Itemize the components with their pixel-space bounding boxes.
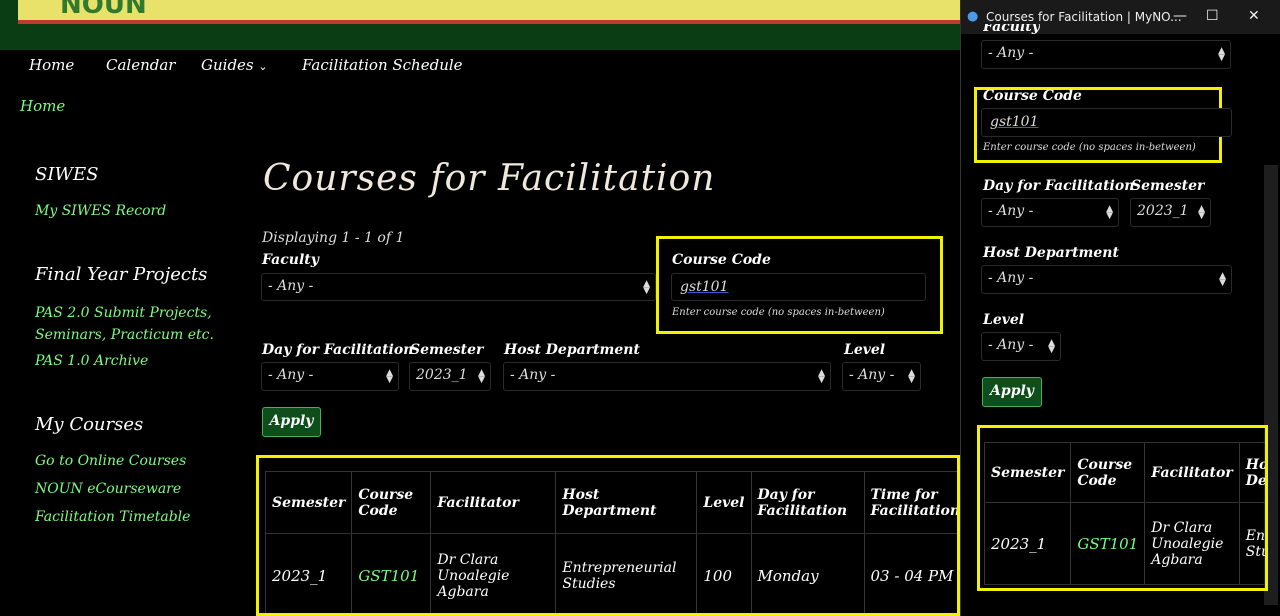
course-code-input[interactable]: gst101 xyxy=(671,273,926,301)
col-day[interactable]: Day for Facilitation xyxy=(750,471,865,534)
sidebar-heading-projects: Final Year Projects xyxy=(35,264,208,285)
select-arrows-icon: ▲ ▼ xyxy=(643,279,650,296)
sidebar-link-online-courses[interactable]: Go to Online Courses xyxy=(35,453,186,469)
popup-level-select[interactable]: - Any - ▲ ▼ xyxy=(981,332,1061,361)
select-arrows-icon: ▲ ▼ xyxy=(1218,46,1225,63)
popup-semester-select[interactable]: 2023_1 ▲ ▼ xyxy=(1130,198,1211,227)
nav-calendar[interactable]: Calendar xyxy=(106,56,175,74)
nav-facilitation-schedule[interactable]: Facilitation Schedule xyxy=(302,56,463,74)
cell-course-code-link[interactable]: GST101 xyxy=(1070,502,1146,585)
select-arrows-icon: ▲ ▼ xyxy=(478,368,485,385)
semester-label: Semester xyxy=(410,342,484,358)
cell-host-department: Entrepreneurial Studies xyxy=(1238,502,1265,585)
table-header-row: Semester Course Code Facilitator Host De… xyxy=(983,442,1265,503)
apply-button[interactable]: Apply xyxy=(262,407,321,437)
site-banner: NOUN xyxy=(0,0,960,50)
cell-semester: 2023_1 xyxy=(264,533,353,613)
sidebar-link-pas1[interactable]: PAS 1.0 Archive xyxy=(35,353,148,369)
select-arrows-icon: ▲ ▼ xyxy=(1048,338,1055,355)
banner-stripe-red xyxy=(18,20,960,24)
col-course-code[interactable]: Course Code xyxy=(1070,442,1146,503)
col-facilitator[interactable]: Facilitator xyxy=(1144,442,1240,503)
col-time[interactable]: Time for Facilitation xyxy=(863,471,957,534)
faculty-select[interactable]: - Any - ▲ ▼ xyxy=(261,273,656,301)
popup-day-label: Day for Facilitation xyxy=(983,178,1135,194)
faculty-label: Faculty xyxy=(262,252,319,268)
course-code-help: Enter course code (no spaces in-between) xyxy=(672,307,885,318)
banner-stripe xyxy=(18,0,960,20)
sidebar-heading-courses: My Courses xyxy=(35,414,144,435)
cell-level: 100 xyxy=(696,533,752,613)
results-table: Semester Course Code Facilitator Host De… xyxy=(264,471,957,613)
page-title: Courses for Facilitation xyxy=(263,158,716,199)
popup-course-code-help: Enter course code (no spaces in-between) xyxy=(983,142,1196,153)
day-label: Day for Facilitation xyxy=(262,342,414,358)
cell-day: Monday xyxy=(750,533,865,613)
select-arrows-icon: ▲ ▼ xyxy=(818,368,825,385)
col-host-department[interactable]: Host Department xyxy=(555,471,698,534)
course-code-label: Course Code xyxy=(672,252,771,268)
popup-host-department-label: Host Department xyxy=(983,245,1119,261)
results-highlight: Semester Course Code Facilitator Host De… xyxy=(256,455,960,616)
nav-guides[interactable]: Guides ⌄ xyxy=(201,56,268,74)
sidebar-link-siwes-record[interactable]: My SIWES Record xyxy=(35,203,166,219)
chevron-down-icon: ⌄ xyxy=(258,60,268,73)
popup-faculty-label: Faculty xyxy=(983,24,1040,34)
col-host-department[interactable]: Host Department xyxy=(1238,442,1265,503)
breadcrumb-home[interactable]: Home xyxy=(20,97,65,115)
select-arrows-icon: ▲ ▼ xyxy=(1106,204,1113,221)
popup-level-label: Level xyxy=(983,312,1025,328)
cell-facilitator: Dr Clara Unoalegie Agbara xyxy=(430,533,557,613)
minimize-icon[interactable]: — xyxy=(1173,8,1187,24)
result-count: Displaying 1 - 1 of 1 xyxy=(262,230,405,246)
popup-results-table: Semester Course Code Facilitator Host De… xyxy=(983,442,1265,585)
level-select[interactable]: - Any - ▲ ▼ xyxy=(842,362,921,391)
cell-course-code-link[interactable]: GST101 xyxy=(351,533,432,613)
site-logo[interactable]: NOUN xyxy=(60,0,147,20)
col-semester[interactable]: Semester xyxy=(264,471,353,534)
sidebar-link-ecourseware[interactable]: NOUN eCourseware xyxy=(35,481,181,497)
popup-apply-button[interactable]: Apply xyxy=(982,377,1042,407)
sidebar-heading-siwes: SIWES xyxy=(35,164,99,185)
sidebar-link-facilitation-timetable[interactable]: Facilitation Timetable xyxy=(35,509,190,525)
semester-select[interactable]: 2023_1 ▲ ▼ xyxy=(409,362,491,391)
popup-day-select[interactable]: - Any - ▲ ▼ xyxy=(981,198,1119,227)
popup-semester-label: Semester xyxy=(1131,178,1205,194)
col-semester[interactable]: Semester xyxy=(983,442,1072,503)
col-course-code[interactable]: Course Code xyxy=(351,471,432,534)
cell-time: 03 - 04 PM xyxy=(863,533,957,613)
close-icon[interactable]: ✕ xyxy=(1248,8,1260,24)
day-select[interactable]: - Any - ▲ ▼ xyxy=(261,362,399,391)
popup-title: Courses for Facilitation | MyNO... xyxy=(986,10,1182,24)
cell-host-department: Entrepreneurial Studies xyxy=(555,533,698,613)
cell-facilitator: Dr Clara Unoalegie Agbara xyxy=(1144,502,1240,585)
select-arrows-icon: ▲ ▼ xyxy=(1219,271,1226,288)
popup-course-code-label: Course Code xyxy=(983,88,1082,104)
browser-icon: ● xyxy=(967,9,979,24)
select-arrows-icon: ▲ ▼ xyxy=(1198,204,1205,221)
nav-home[interactable]: Home xyxy=(29,56,74,74)
popup-faculty-select[interactable]: - Any - ▲ ▼ xyxy=(981,40,1231,69)
col-facilitator[interactable]: Facilitator xyxy=(430,471,557,534)
popup-window[interactable]: ● Courses for Facilitation | MyNO... — ☐… xyxy=(960,0,1280,616)
cell-semester: 2023_1 xyxy=(983,502,1072,585)
table-header-row: Semester Course Code Facilitator Host De… xyxy=(264,471,957,534)
level-label: Level xyxy=(844,342,886,358)
popup-results-highlight: Semester Course Code Facilitator Host De… xyxy=(977,425,1268,591)
sidebar-link-pas2[interactable]: PAS 2.0 Submit Projects, Seminars, Pract… xyxy=(35,302,235,346)
col-level[interactable]: Level xyxy=(696,471,752,534)
popup-course-code-input[interactable]: gst101 xyxy=(981,108,1232,137)
host-department-select[interactable]: - Any - ▲ ▼ xyxy=(503,362,831,391)
select-arrows-icon: ▲ ▼ xyxy=(908,368,915,385)
select-arrows-icon: ▲ ▼ xyxy=(386,368,393,385)
table-row: 2023_1 GST101 Dr Clara Unoalegie Agbara … xyxy=(264,533,957,613)
table-row: 2023_1 GST101 Dr Clara Unoalegie Agbara … xyxy=(983,502,1265,585)
popup-host-department-select[interactable]: - Any - ▲ ▼ xyxy=(981,265,1232,294)
maximize-icon[interactable]: ☐ xyxy=(1206,8,1219,24)
host-department-label: Host Department xyxy=(504,342,640,358)
